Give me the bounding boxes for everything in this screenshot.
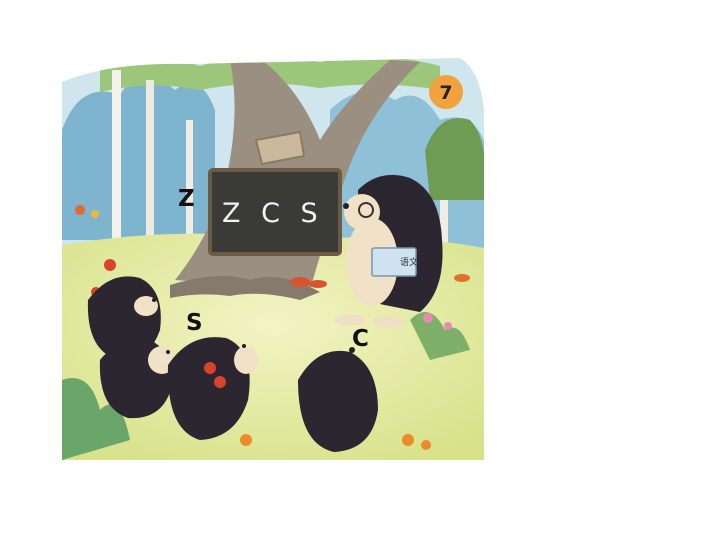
red-flower: [104, 259, 116, 271]
blackboard-text: Z C S: [222, 198, 324, 229]
birch-trunk: [186, 120, 193, 240]
illustration-canvas: Z C S 语文 Z S C 7: [62, 58, 484, 460]
book-cover-text: 语文: [400, 256, 418, 268]
orange-flower: [421, 440, 431, 450]
page-number: 7: [439, 82, 452, 104]
letter-label-s: S: [186, 310, 203, 336]
orange-flower: [240, 434, 252, 446]
letter-label-z: Z: [178, 186, 195, 212]
pink-flower: [423, 313, 433, 323]
orange-flower: [402, 434, 414, 446]
red-flower: [91, 210, 99, 218]
letter-label-c: C: [352, 326, 369, 352]
birch-trunk: [146, 80, 154, 240]
mushroom-cap: [454, 274, 470, 282]
mushroom-cap: [309, 280, 327, 288]
birch-trunk: [112, 70, 121, 240]
mushroom-cap: [290, 277, 310, 287]
page-number-badge: 7: [429, 75, 463, 109]
pink-flower: [444, 322, 452, 330]
blackboard: Z C S: [208, 168, 342, 256]
red-flower: [75, 205, 85, 215]
